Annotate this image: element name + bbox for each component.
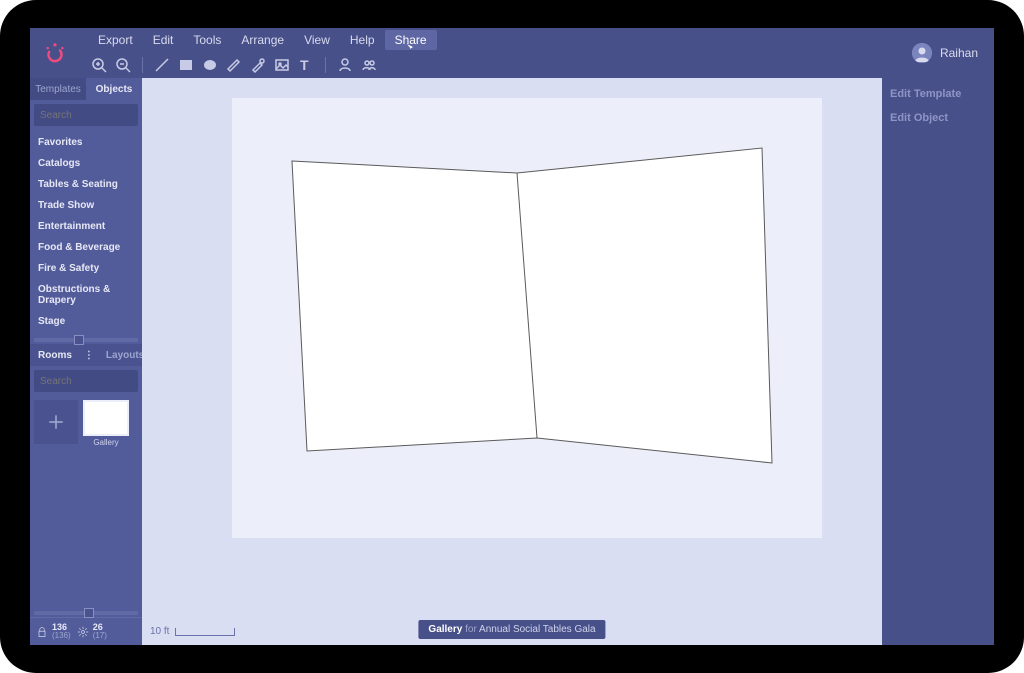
status-locked[interactable]: 136 (136) xyxy=(36,623,71,640)
lock-icon xyxy=(36,626,48,638)
text-tool-icon[interactable]: T xyxy=(297,56,315,74)
zoom-out-icon[interactable] xyxy=(114,56,132,74)
cat-favorites[interactable]: Favorites xyxy=(30,132,142,153)
sidebar-tabs: Templates Objects xyxy=(30,78,142,100)
tablet-frame: Export Edit Tools Arrange View Help Shar… xyxy=(0,0,1024,673)
rooms-search[interactable] xyxy=(34,370,138,392)
group-tool-icon[interactable] xyxy=(360,56,378,74)
left-sidebar: Templates Objects Favorites Catalogs Tab… xyxy=(30,78,142,645)
toolbar-divider xyxy=(142,57,143,73)
add-layout-button[interactable] xyxy=(34,400,78,444)
cat-obstructions-drapery[interactable]: Obstructions & Drapery xyxy=(30,279,142,311)
footer-sep: for xyxy=(465,624,477,635)
rectangle-tool-icon[interactable] xyxy=(177,56,195,74)
toolbar-divider-2 xyxy=(325,57,326,73)
status-locked-count: 136 (136) xyxy=(52,623,71,640)
bottom-split-handle[interactable] xyxy=(34,611,138,615)
gear-icon xyxy=(77,626,89,638)
line-tool-icon[interactable] xyxy=(153,56,171,74)
main-menu: Export Edit Tools Arrange View Help Shar… xyxy=(80,28,912,52)
footer-room: Gallery xyxy=(428,624,462,635)
cat-stage[interactable]: Stage xyxy=(30,311,142,332)
image-tool-icon[interactable] xyxy=(273,56,291,74)
body: Templates Objects Favorites Catalogs Tab… xyxy=(30,78,994,645)
status-settings-count: 26 (17) xyxy=(93,623,107,640)
cat-fire-safety[interactable]: Fire & Safety xyxy=(30,258,142,279)
tab-objects[interactable]: Objects xyxy=(86,78,142,100)
plus-icon xyxy=(46,412,66,432)
app-logo[interactable] xyxy=(30,28,80,78)
cat-catalogs[interactable]: Catalogs xyxy=(30,153,142,174)
cat-tables-seating[interactable]: Tables & Seating xyxy=(30,174,142,195)
layout-thumbnails: Gallery xyxy=(30,394,142,453)
menu-view[interactable]: View xyxy=(294,30,340,50)
floorplan-shape[interactable] xyxy=(282,143,782,473)
menu-share[interactable]: Share xyxy=(385,30,437,50)
sidebar-status-bar: 136 (136) 26 (17) xyxy=(30,617,142,645)
eyedropper-icon[interactable] xyxy=(249,56,267,74)
vertical-split-handle[interactable] xyxy=(34,338,138,342)
canvas-footer[interactable]: Gallery for Annual Social Tables Gala xyxy=(418,620,605,639)
layout-thumb-gallery[interactable]: Gallery xyxy=(82,400,130,447)
user-name: Raihan xyxy=(940,46,978,60)
menu-arrange[interactable]: Arrange xyxy=(231,30,294,50)
right-panel: Edit Template Edit Object xyxy=(882,78,994,645)
category-list: Favorites Catalogs Tables & Seating Trad… xyxy=(30,128,142,336)
layout-thumb-preview xyxy=(83,400,129,436)
user-menu[interactable]: Raihan xyxy=(912,28,994,78)
cat-trade-show[interactable]: Trade Show xyxy=(30,195,142,216)
scale-label: 10 ft xyxy=(150,626,169,637)
logo-icon xyxy=(42,40,68,66)
layout-thumb-label: Gallery xyxy=(93,438,118,447)
app-screen: Export Edit Tools Arrange View Help Shar… xyxy=(30,28,994,645)
person-tool-icon[interactable] xyxy=(336,56,354,74)
scale-indicator: 10 ft xyxy=(150,626,235,637)
zoom-in-icon[interactable] xyxy=(90,56,108,74)
cursor-icon xyxy=(407,44,415,50)
rooms-menu-icon[interactable]: ⋮ xyxy=(80,350,98,361)
edit-template-link[interactable]: Edit Template xyxy=(890,88,986,100)
pen-tool-icon[interactable] xyxy=(225,56,243,74)
cat-food-beverage[interactable]: Food & Beverage xyxy=(30,237,142,258)
status-settings[interactable]: 26 (17) xyxy=(77,623,107,640)
menu-help[interactable]: Help xyxy=(340,30,385,50)
cat-entertainment[interactable]: Entertainment xyxy=(30,216,142,237)
menu-edit[interactable]: Edit xyxy=(143,30,184,50)
edit-object-link[interactable]: Edit Object xyxy=(890,112,986,124)
toolbar: T xyxy=(80,52,912,78)
menu-tools[interactable]: Tools xyxy=(183,30,231,50)
rooms-layouts-tabs: Rooms ⋮ Layouts ⋮ xyxy=(30,344,142,366)
objects-search[interactable] xyxy=(34,104,138,126)
tab-rooms[interactable]: Rooms xyxy=(30,344,80,366)
footer-event: Annual Social Tables Gala xyxy=(479,624,596,635)
menu-export[interactable]: Export xyxy=(88,30,143,50)
svg-text:T: T xyxy=(300,57,309,73)
menu-column: Export Edit Tools Arrange View Help Shar… xyxy=(80,28,912,78)
canvas[interactable]: 10 ft Gallery for Annual Social Tables G… xyxy=(142,78,882,645)
ellipse-tool-icon[interactable] xyxy=(201,56,219,74)
avatar-icon xyxy=(912,43,932,63)
sidebar-spacer xyxy=(30,453,142,609)
top-bar: Export Edit Tools Arrange View Help Shar… xyxy=(30,28,994,78)
scale-bar-icon xyxy=(175,628,235,636)
tab-templates[interactable]: Templates xyxy=(30,78,86,100)
